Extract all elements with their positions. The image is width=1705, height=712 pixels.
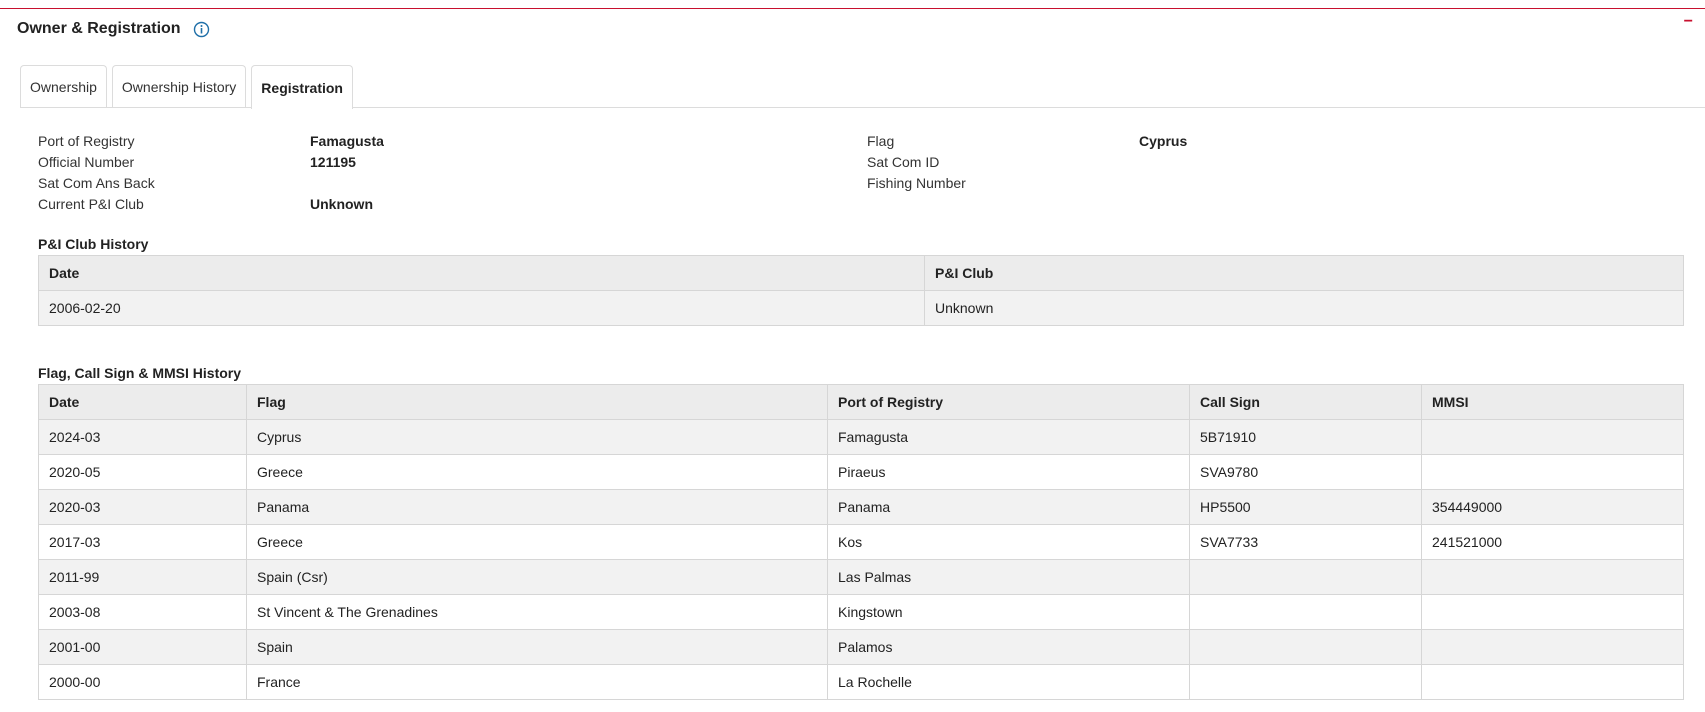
table-cell: St Vincent & The Grenadines <box>246 594 828 630</box>
table-cell <box>1189 559 1422 595</box>
flag-history-table: Date Flag Port of Registry Call Sign MMS… <box>38 384 1684 700</box>
table-cell <box>1189 594 1422 630</box>
current-pi-club-value: Unknown <box>310 196 373 212</box>
table-cell: 2020-03 <box>38 489 247 525</box>
column-header-port-of-registry[interactable]: Port of Registry <box>827 384 1190 420</box>
column-header-pi-club[interactable]: P&I Club <box>924 255 1684 291</box>
table-cell: 2011-99 <box>38 559 247 595</box>
table-cell: 241521000 <box>1421 524 1684 560</box>
table-row: 2020-03 Panama Panama HP5500 354449000 <box>38 489 1684 525</box>
table-row: 2006-02-20 Unknown <box>38 290 1684 326</box>
column-header-date[interactable]: Date <box>38 384 247 420</box>
top-accent-rule <box>0 8 1705 9</box>
table-cell: Spain (Csr) <box>246 559 828 595</box>
table-cell: Greece <box>246 524 828 560</box>
table-cell: SVA7733 <box>1189 524 1422 560</box>
table-header-row: Date Flag Port of Registry Call Sign MMS… <box>38 384 1684 420</box>
table-cell: 2024-03 <box>38 419 247 455</box>
table-row: 2017-03 Greece Kos SVA7733 241521000 <box>38 524 1684 560</box>
port-of-registry-value: Famagusta <box>310 133 384 149</box>
pi-history-table: Date P&I Club 2006-02-20 Unknown <box>38 255 1684 326</box>
table-row: 2003-08 St Vincent & The Grenadines King… <box>38 594 1684 630</box>
table-row: 2000-00 France La Rochelle <box>38 664 1684 700</box>
tab-registration[interactable]: Registration <box>251 65 353 109</box>
table-cell <box>1421 664 1684 700</box>
panel-title: Owner & Registration <box>17 20 181 37</box>
tab-ownership-history[interactable]: Ownership History <box>111 65 247 108</box>
table-cell: 2001-00 <box>38 629 247 665</box>
column-header-flag[interactable]: Flag <box>246 384 828 420</box>
info-circle-icon[interactable] <box>193 21 210 38</box>
tab-bar: Ownership Ownership History Registration <box>20 65 358 109</box>
column-header-call-sign[interactable]: Call Sign <box>1189 384 1422 420</box>
flag-history-title: Flag, Call Sign & MMSI History <box>38 365 242 381</box>
table-cell: Spain <box>246 629 828 665</box>
table-cell <box>1421 419 1684 455</box>
pi-history-title: P&I Club History <box>38 236 149 252</box>
table-cell <box>1421 454 1684 490</box>
table-cell: Cyprus <box>246 419 828 455</box>
table-row: 2011-99 Spain (Csr) Las Palmas <box>38 559 1684 595</box>
table-cell: Las Palmas <box>827 559 1190 595</box>
sat-com-id-label: Sat Com ID <box>867 154 940 170</box>
table-row: 2020-05 Greece Piraeus SVA9780 <box>38 454 1684 490</box>
table-cell: 2020-05 <box>38 454 247 490</box>
panel-header: Owner & Registration <box>17 20 210 38</box>
table-cell <box>1421 559 1684 595</box>
table-row: 2001-00 Spain Palamos <box>38 629 1684 665</box>
sat-com-ans-back-label: Sat Com Ans Back <box>38 175 155 191</box>
table-cell <box>1189 664 1422 700</box>
table-cell: Kos <box>827 524 1190 560</box>
table-cell <box>1189 629 1422 665</box>
table-cell: Panama <box>246 489 828 525</box>
official-number-value: 121195 <box>310 154 356 170</box>
table-cell: 2000-00 <box>38 664 247 700</box>
table-cell: Famagusta <box>827 419 1190 455</box>
table-cell: Greece <box>246 454 828 490</box>
table-header-row: Date P&I Club <box>38 255 1684 291</box>
column-header-mmsi[interactable]: MMSI <box>1421 384 1684 420</box>
tab-ownership[interactable]: Ownership <box>20 65 107 108</box>
table-cell: Kingstown <box>827 594 1190 630</box>
table-cell <box>1421 629 1684 665</box>
fishing-number-label: Fishing Number <box>867 175 966 191</box>
table-cell: La Rochelle <box>827 664 1190 700</box>
table-cell: 354449000 <box>1421 489 1684 525</box>
table-cell: 5B71910 <box>1189 419 1422 455</box>
table-cell <box>1421 594 1684 630</box>
table-cell: 2017-03 <box>38 524 247 560</box>
collapse-button[interactable]: − <box>1684 14 1693 30</box>
flag-label: Flag <box>867 133 895 149</box>
table-cell: 2006-02-20 <box>38 290 925 326</box>
table-cell: 2003-08 <box>38 594 247 630</box>
table-cell: Palamos <box>827 629 1190 665</box>
port-of-registry-label: Port of Registry <box>38 133 135 149</box>
official-number-label: Official Number <box>38 154 135 170</box>
flag-value: Cyprus <box>1139 133 1188 149</box>
table-cell: SVA9780 <box>1189 454 1422 490</box>
table-cell: Panama <box>827 489 1190 525</box>
current-pi-club-label: Current P&I Club <box>38 196 144 212</box>
table-row: 2024-03 Cyprus Famagusta 5B71910 <box>38 419 1684 455</box>
table-cell: France <box>246 664 828 700</box>
table-cell: Unknown <box>924 290 1684 326</box>
table-cell: HP5500 <box>1189 489 1422 525</box>
column-header-date[interactable]: Date <box>38 255 925 291</box>
table-cell: Piraeus <box>827 454 1190 490</box>
